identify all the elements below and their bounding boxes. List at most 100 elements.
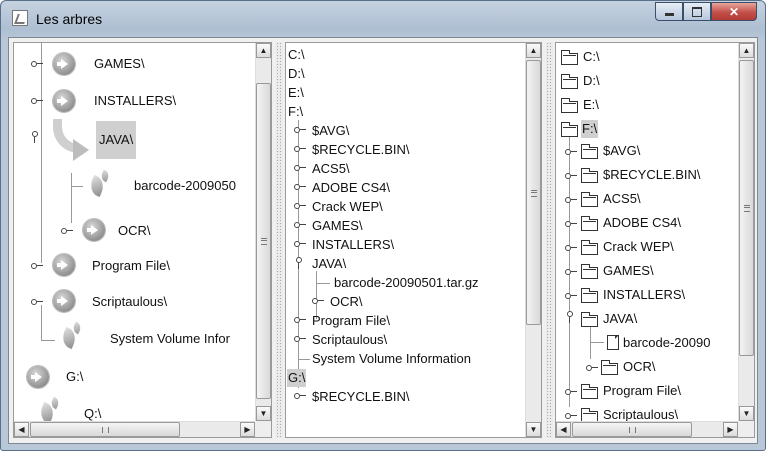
scroll-down-arrow-icon[interactable]: ▼	[739, 406, 754, 421]
collapsed-handle-icon[interactable]	[294, 335, 306, 343]
tree-node-program-file[interactable]: Program File\	[92, 257, 170, 275]
tree-node-adobe-cs4[interactable]: ADOBE CS4\	[603, 214, 681, 232]
collapsed-handle-icon[interactable]	[294, 240, 306, 248]
tree-node-avg[interactable]: $AVG\	[312, 122, 349, 140]
collapsed-handle-icon[interactable]	[294, 316, 306, 324]
tree-node-ocr[interactable]: OCR\	[330, 293, 363, 311]
scroll-right-arrow-icon[interactable]: ▶	[723, 422, 738, 437]
tree-node-crack-wep[interactable]: Crack WEP\	[312, 198, 383, 216]
tree-node-drive-q[interactable]: Q:\	[84, 405, 101, 421]
expanded-handle-icon[interactable]	[566, 311, 574, 323]
right-tree-pane[interactable]: C:\ D:\ E:\ F:\ $AVG\ $RECYCLE.BIN\ ACS5…	[555, 42, 755, 438]
scroll-left-arrow-icon[interactable]: ◀	[14, 422, 29, 437]
scroll-right-arrow-icon[interactable]: ▶	[240, 422, 255, 437]
tree-node-installers[interactable]: INSTALLERS\	[603, 286, 685, 304]
middle-vertical-scrollbar[interactable]: ▲ ▼	[525, 43, 541, 437]
tree-node-drive-e[interactable]: E:\	[583, 96, 599, 114]
collapsed-handle-icon[interactable]	[565, 244, 577, 252]
left-horizontal-scrollbar[interactable]: ◀ ▶	[14, 421, 255, 437]
split-pane-divider[interactable]	[546, 42, 553, 438]
split-pane-divider[interactable]	[276, 42, 283, 438]
collapsed-handle-icon[interactable]	[565, 412, 577, 420]
tree-node-barcode[interactable]: barcode-20090501.tar.gz	[334, 274, 479, 292]
vertical-scroll-thumb[interactable]	[739, 60, 754, 356]
tree-node-drive-g[interactable]: G:\	[66, 368, 83, 386]
collapsed-handle-icon[interactable]	[294, 202, 306, 210]
collapsed-handle-icon[interactable]	[294, 183, 306, 191]
tree-node-recycle-bin[interactable]: $RECYCLE.BIN\	[312, 141, 410, 159]
tree-node-ocr[interactable]: OCR\	[623, 358, 656, 376]
collapsed-handle-icon[interactable]	[294, 126, 306, 134]
collapsed-handle-icon[interactable]	[31, 262, 43, 270]
tree-node-crack-wep[interactable]: Crack WEP\	[603, 238, 674, 256]
collapsed-handle-icon[interactable]	[294, 392, 306, 400]
tree-node-drive-g[interactable]: G:\	[287, 369, 307, 387]
tree-node-adobe-cs4[interactable]: ADOBE CS4\	[312, 179, 390, 197]
collapsed-handle-icon[interactable]	[312, 297, 324, 305]
tree-node-system-volume[interactable]: System Volume Infor	[110, 330, 230, 348]
tree-node-barcode[interactable]: barcode-2009050	[134, 177, 236, 195]
tree-node-games[interactable]: GAMES\	[312, 217, 363, 235]
tree-node-acs5[interactable]: ACS5\	[603, 190, 641, 208]
tree-node-drive-f[interactable]: F:\	[288, 103, 303, 121]
collapsed-handle-icon[interactable]	[565, 196, 577, 204]
tree-node-scriptaulous[interactable]: Scriptaulous\	[312, 331, 387, 349]
tree-node-recycle-bin-g[interactable]: $RECYCLE.BIN\	[312, 388, 410, 406]
tree-node-system-volume[interactable]: System Volume Information	[312, 350, 471, 368]
scroll-down-arrow-icon[interactable]: ▼	[526, 422, 541, 437]
vertical-scroll-thumb[interactable]	[256, 83, 271, 399]
tree-node-installers[interactable]: INSTALLERS\	[94, 92, 176, 110]
collapsed-handle-icon[interactable]	[294, 164, 306, 172]
collapsed-handle-icon[interactable]	[294, 221, 306, 229]
tree-node-drive-d[interactable]: D:\	[288, 65, 305, 83]
vertical-scroll-thumb[interactable]	[526, 60, 541, 325]
tree-node-scriptaulous[interactable]: Scriptaulous\	[603, 406, 678, 421]
tree-node-program-file[interactable]: Program File\	[312, 312, 390, 330]
scroll-up-arrow-icon[interactable]: ▲	[739, 43, 754, 58]
tree-node-java[interactable]: JAVA\	[312, 255, 346, 273]
scroll-up-arrow-icon[interactable]: ▲	[256, 43, 271, 58]
left-vertical-scrollbar[interactable]: ▲ ▼	[255, 43, 271, 421]
horizontal-scroll-thumb[interactable]	[572, 422, 692, 437]
collapsed-handle-icon[interactable]	[565, 220, 577, 228]
tree-node-games[interactable]: GAMES\	[603, 262, 654, 280]
tree-node-games[interactable]: GAMES\	[94, 55, 145, 73]
collapsed-handle-icon[interactable]	[565, 148, 577, 156]
scroll-up-arrow-icon[interactable]: ▲	[526, 43, 541, 58]
maximize-button[interactable]	[683, 2, 711, 21]
tree-node-drive-d[interactable]: D:\	[583, 72, 600, 90]
java-app-icon[interactable]	[12, 10, 28, 26]
collapsed-handle-icon[interactable]	[565, 268, 577, 276]
tree-node-recycle-bin[interactable]: $RECYCLE.BIN\	[603, 166, 701, 184]
scroll-left-arrow-icon[interactable]: ◀	[556, 422, 571, 437]
expanded-handle-icon[interactable]	[31, 131, 39, 143]
collapsed-handle-icon[interactable]	[565, 388, 577, 396]
tree-node-scriptaulous[interactable]: Scriptaulous\	[92, 293, 167, 311]
tree-node-drive-e[interactable]: E:\	[288, 84, 304, 102]
tree-node-barcode[interactable]: barcode-20090	[623, 334, 710, 352]
collapsed-handle-icon[interactable]	[565, 292, 577, 300]
middle-tree-pane[interactable]: C:\ D:\ E:\ F:\ $AVG\ $RECYCLE.BIN\ ACS5…	[285, 42, 542, 438]
tree-node-ocr[interactable]: OCR\	[118, 222, 151, 240]
left-tree-pane[interactable]: GAMES\ INSTALLERS\ JAVA\ barcode-2009050…	[13, 42, 272, 438]
collapsed-handle-icon[interactable]	[294, 145, 306, 153]
tree-node-drive-f[interactable]: F:\	[581, 120, 599, 138]
collapsed-handle-icon[interactable]	[565, 172, 577, 180]
horizontal-scroll-thumb[interactable]	[30, 422, 180, 437]
tree-node-acs5[interactable]: ACS5\	[312, 160, 350, 178]
collapsed-handle-icon[interactable]	[61, 227, 73, 235]
tree-node-drive-c[interactable]: C:\	[288, 46, 305, 64]
minimize-button[interactable]	[655, 2, 683, 21]
title-bar[interactable]: Les arbres ✕	[1, 1, 765, 37]
tree-node-drive-c[interactable]: C:\	[583, 48, 600, 66]
tree-node-program-file[interactable]: Program File\	[603, 382, 681, 400]
right-horizontal-scrollbar[interactable]: ◀ ▶	[556, 421, 738, 437]
collapsed-handle-icon[interactable]	[31, 97, 43, 105]
right-vertical-scrollbar[interactable]: ▲ ▼	[738, 43, 754, 421]
tree-node-avg[interactable]: $AVG\	[603, 142, 640, 160]
expanded-handle-icon[interactable]	[295, 257, 303, 269]
tree-node-java[interactable]: JAVA\	[603, 310, 637, 328]
collapsed-handle-icon[interactable]	[31, 60, 43, 68]
tree-node-java[interactable]: JAVA\	[96, 121, 137, 159]
tree-node-installers[interactable]: INSTALLERS\	[312, 236, 394, 254]
